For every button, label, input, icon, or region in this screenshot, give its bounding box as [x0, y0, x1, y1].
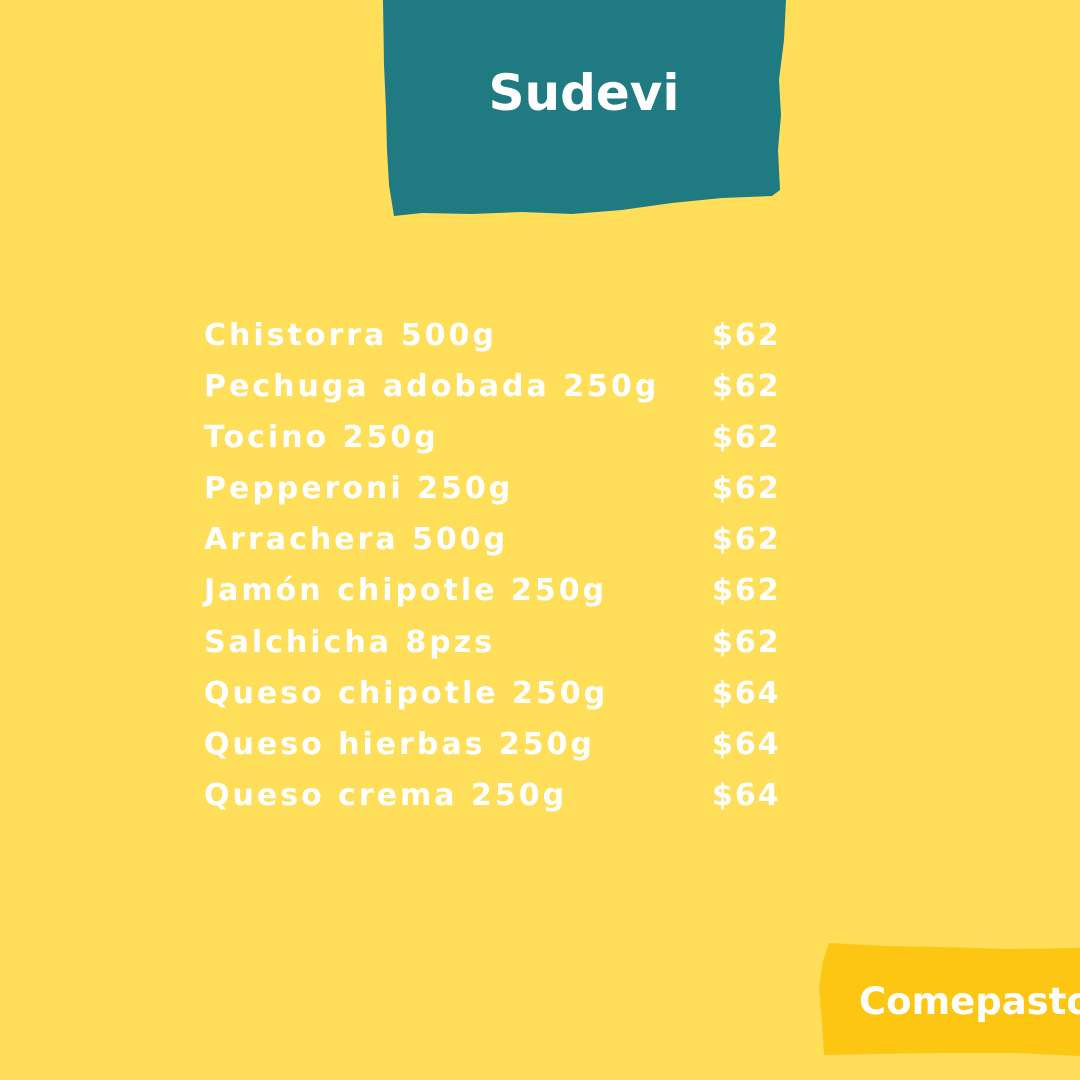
- list-item: Pepperoni 250g $62: [204, 466, 784, 517]
- price-list: Chistorra 500g $62 Pechuga adobada 250g …: [204, 313, 784, 824]
- item-name: Jamón chipotle 250g: [204, 573, 608, 609]
- item-name: Queso crema 250g: [204, 777, 568, 813]
- menu-page: Sudevi Chistorra 500g $62 Pechuga adobad…: [0, 0, 1080, 1080]
- list-item: Salchicha 8pzs $62: [204, 620, 784, 671]
- item-price: $62: [712, 471, 781, 507]
- item-name: Queso chipotle 250g: [204, 675, 609, 711]
- brand-banner: Comepasto: [815, 943, 1080, 1058]
- list-item: Queso crema 250g $64: [204, 773, 784, 824]
- list-item: Jamón chipotle 250g $62: [204, 568, 784, 619]
- item-name: Chistorra 500g: [204, 318, 497, 353]
- item-price: $64: [712, 726, 781, 762]
- item-name: Queso hierbas 250g: [204, 726, 596, 762]
- item-price: $64: [712, 675, 781, 711]
- item-price: $62: [712, 624, 781, 660]
- list-item: Queso hierbas 250g $64: [204, 722, 784, 773]
- brand-name: Comepasto: [859, 980, 1080, 1023]
- item-price: $62: [712, 522, 781, 558]
- item-price: $62: [712, 318, 781, 353]
- item-name: Salchicha 8pzs: [204, 624, 496, 660]
- list-item: Pechuga adobada 250g $62: [204, 364, 784, 415]
- list-item: Arrachera 500g $62: [204, 517, 784, 568]
- item-name: Arrachera 500g: [204, 522, 509, 558]
- item-price: $64: [712, 777, 781, 813]
- item-name: Pepperoni 250g: [204, 471, 514, 507]
- item-name: Tocino 250g: [204, 420, 439, 456]
- list-item: Queso chipotle 250g $64: [204, 671, 784, 722]
- title-banner: Sudevi: [382, 0, 786, 220]
- list-item: Chistorra 500g $62: [204, 313, 784, 364]
- item-price: $62: [712, 573, 781, 609]
- item-name: Pechuga adobada 250g: [204, 369, 660, 405]
- page-title: Sudevi: [488, 64, 680, 122]
- list-item: Tocino 250g $62: [204, 415, 784, 466]
- item-price: $62: [712, 369, 781, 405]
- item-price: $62: [712, 420, 781, 456]
